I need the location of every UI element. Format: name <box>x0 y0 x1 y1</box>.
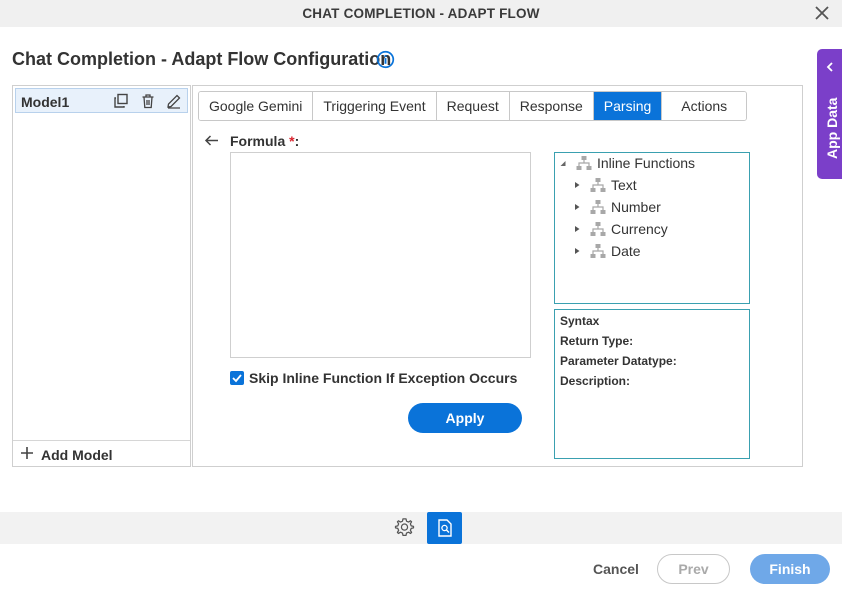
tree-node-label: Date <box>611 243 641 259</box>
tree-node-inline-functions[interactable]: Inline Functions <box>558 153 695 173</box>
add-model-label: Add Model <box>41 447 113 463</box>
info-icon[interactable] <box>376 50 395 69</box>
tab-response[interactable]: Response <box>509 92 594 120</box>
tab-triggering-event[interactable]: Triggering Event <box>313 92 437 120</box>
model-list-panel: Model1 Add Model <box>12 85 191 467</box>
tab-actions[interactable]: Actions <box>662 92 747 120</box>
caret-right-icon[interactable] <box>572 202 582 212</box>
check-icon <box>232 374 242 383</box>
tree-node-date[interactable]: Date <box>572 241 641 261</box>
tree-node-label: Text <box>611 177 637 193</box>
close-icon[interactable] <box>812 3 832 23</box>
apply-button[interactable]: Apply <box>408 403 522 433</box>
model-item[interactable]: Model1 <box>15 88 188 113</box>
tab-parsing[interactable]: Parsing <box>593 92 663 120</box>
hierarchy-icon <box>590 200 606 214</box>
prev-button[interactable]: Prev <box>657 554 730 584</box>
cancel-button[interactable]: Cancel <box>593 561 639 577</box>
page-title: Chat Completion - Adapt Flow Configurati… <box>12 49 392 69</box>
tree-node-text[interactable]: Text <box>572 175 637 195</box>
hierarchy-icon <box>576 156 592 170</box>
app-data-label: App Data <box>824 97 840 159</box>
formula-label: Formula *: <box>230 133 300 149</box>
tree-node-currency[interactable]: Currency <box>572 219 668 239</box>
chevron-left-icon <box>826 62 833 72</box>
tab-request[interactable]: Request <box>436 92 510 120</box>
syntax-label: Syntax <box>560 314 600 328</box>
tree-node-label: Inline Functions <box>597 155 696 171</box>
back-arrow-icon[interactable] <box>204 133 219 148</box>
caret-down-icon[interactable] <box>558 158 568 168</box>
hierarchy-icon <box>590 222 606 236</box>
title-bar: CHAT COMPLETION - ADAPT FLOW <box>0 0 842 27</box>
edit-icon[interactable] <box>166 93 182 109</box>
window-title: CHAT COMPLETION - ADAPT FLOW <box>302 6 540 21</box>
tree-node-number[interactable]: Number <box>572 197 661 217</box>
syntax-panel: Syntax Return Type: Parameter Datatype: … <box>554 309 750 459</box>
model-item-label: Model1 <box>21 94 70 110</box>
gear-icon[interactable] <box>393 516 416 539</box>
hierarchy-icon <box>590 244 606 258</box>
inline-functions-tree: Inline Functions Text Number Currency Da… <box>554 152 750 304</box>
caret-right-icon[interactable] <box>572 180 582 190</box>
add-model-button[interactable]: Add Model <box>13 440 190 466</box>
duplicate-icon[interactable] <box>113 93 129 109</box>
hierarchy-icon <box>590 178 606 192</box>
description-label: Description: <box>560 374 631 388</box>
tab-bar: Google Gemini Triggering Event Request R… <box>198 91 748 121</box>
return-type-label: Return Type: <box>560 334 634 348</box>
tree-node-label: Currency <box>611 221 668 237</box>
skip-inline-function-checkbox[interactable]: Skip Inline Function If Exception Occurs <box>230 369 517 387</box>
tab-google-gemini[interactable]: Google Gemini <box>199 92 314 120</box>
skip-inline-function-label: Skip Inline Function If Exception Occurs <box>249 370 518 386</box>
finish-button[interactable]: Finish <box>750 554 830 584</box>
caret-right-icon[interactable] <box>572 246 582 256</box>
data-mapper-button[interactable] <box>427 512 462 544</box>
tree-node-label: Number <box>611 199 661 215</box>
delete-icon[interactable] <box>140 93 156 109</box>
plus-icon <box>21 447 33 459</box>
bottom-toolbar <box>0 512 842 544</box>
checkbox-checked[interactable] <box>230 371 244 385</box>
parameter-datatype-label: Parameter Datatype: <box>560 354 677 368</box>
formula-input[interactable] <box>230 152 531 358</box>
app-data-tab[interactable]: App Data <box>817 49 842 179</box>
document-search-icon <box>438 519 452 537</box>
caret-right-icon[interactable] <box>572 224 582 234</box>
